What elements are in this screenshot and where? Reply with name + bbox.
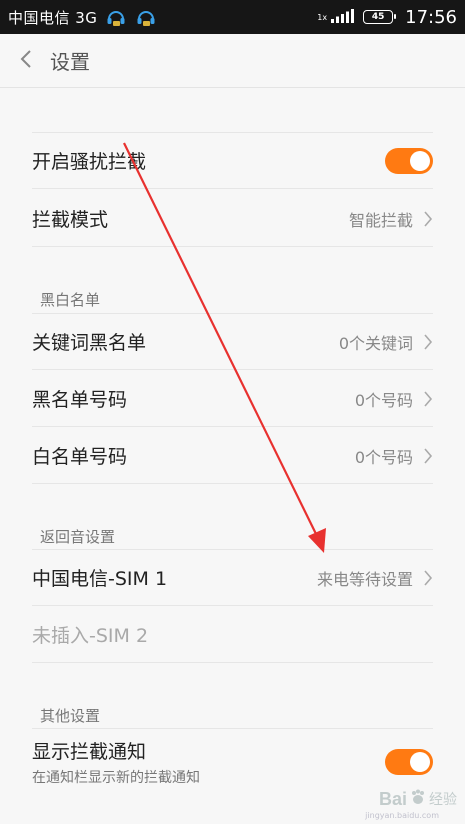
sim2-label: 未插入-SIM 2: [32, 625, 149, 647]
blacklist-numbers-value: 0个号码: [354, 390, 413, 410]
chevron-right-icon: [423, 447, 433, 465]
show-notification-text: 显示拦截通知 在通知栏显示新的拦截通知: [32, 737, 200, 787]
header-bar: 设置: [0, 34, 465, 88]
keyword-blacklist-label: 关键词黑名单: [32, 332, 147, 354]
chevron-right-icon: [423, 569, 433, 587]
blacklist-numbers-row[interactable]: 黑名单号码 0个号码: [0, 370, 465, 427]
section-title: 返回音设置: [40, 528, 116, 546]
row-divider: [32, 662, 433, 663]
carrier-label: 中国电信 3G: [8, 8, 98, 27]
block-mode-row[interactable]: 拦截模式 智能拦截: [0, 190, 465, 247]
status-bar: 中国电信 3G 1x 45 17:56: [0, 0, 465, 34]
sim2-row: 未插入-SIM 2: [0, 606, 465, 663]
sim1-label: 中国电信-SIM 1: [32, 568, 168, 590]
watermark-brand: Bai: [378, 788, 407, 809]
section-header-lists: 黑白名单: [0, 282, 465, 312]
keyword-blacklist-value: 0个关键词: [338, 333, 413, 353]
chevron-right-icon: [423, 333, 433, 351]
toggle-knob: [410, 150, 430, 171]
row-divider: [32, 549, 433, 550]
show-notification-desc: 在通知栏显示新的拦截通知: [32, 770, 200, 786]
status-right: 1x 45 17:56: [317, 7, 457, 28]
blacklist-numbers-label: 黑名单号码: [32, 389, 128, 411]
show-notification-row[interactable]: 显示拦截通知 在通知栏显示新的拦截通知: [0, 728, 465, 796]
section-title: 其他设置: [40, 707, 101, 725]
row-divider: [32, 483, 433, 484]
baidu-watermark: Bai 经验: [379, 788, 457, 810]
show-notification-toggle[interactable]: [385, 749, 433, 775]
section-header-other: 其他设置: [0, 698, 465, 728]
headset-icon: [135, 6, 157, 28]
chevron-right-icon: [423, 390, 433, 408]
headset-icon: [105, 6, 127, 28]
row-divider: [32, 188, 433, 189]
row-divider: [32, 313, 433, 314]
whitelist-numbers-label: 白名单号码: [32, 446, 128, 468]
row-divider: [32, 246, 433, 247]
clock: 17:56: [405, 6, 457, 28]
harass-block-label: 开启骚扰拦截: [32, 151, 147, 173]
battery-icon: 45: [363, 10, 397, 24]
show-notification-label: 显示拦截通知: [32, 741, 147, 763]
section-header-callback: 返回音设置: [0, 519, 465, 549]
harass-block-toggle[interactable]: [385, 147, 433, 174]
back-chevron-icon: [19, 49, 33, 73]
row-divider: [32, 132, 433, 133]
sim1-row[interactable]: 中国电信-SIM 1 来电等待设置: [0, 549, 465, 606]
section-title: 黑白名单: [40, 291, 101, 309]
harass-block-toggle-row[interactable]: 开启骚扰拦截: [0, 132, 465, 189]
battery-level: 45: [371, 12, 385, 22]
block-mode-value: 智能拦截: [348, 210, 413, 230]
watermark-brand-cn: 经验: [429, 792, 457, 808]
back-button[interactable]: [4, 34, 48, 88]
watermark-url: jingyan.baidu.com: [365, 811, 439, 820]
network-speed: 1x: [317, 12, 328, 22]
sim1-value: 来电等待设置: [316, 569, 413, 589]
signal-icon: [331, 8, 357, 27]
block-mode-label: 拦截模式: [32, 209, 109, 231]
toggle-knob: [410, 752, 430, 772]
row-divider: [32, 728, 433, 729]
keyword-blacklist-row[interactable]: 关键词黑名单 0个关键词: [0, 313, 465, 370]
page-title: 设置: [50, 50, 90, 74]
baidu-paw-icon: [409, 788, 427, 810]
whitelist-numbers-row[interactable]: 白名单号码 0个号码: [0, 427, 465, 484]
whitelist-numbers-value: 0个号码: [354, 447, 413, 467]
chevron-right-icon: [423, 210, 433, 228]
